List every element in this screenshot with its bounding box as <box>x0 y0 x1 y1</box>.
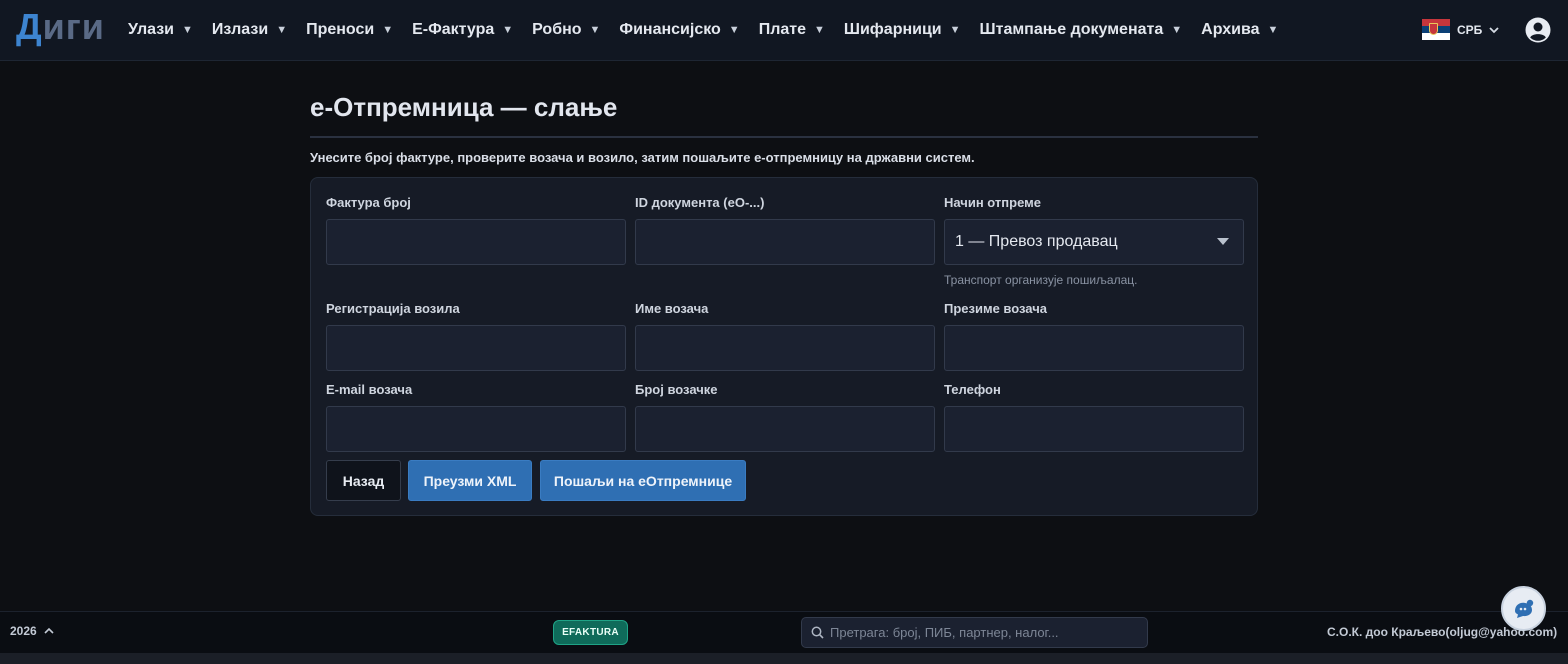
vehicle-registration-input[interactable] <box>326 325 626 371</box>
vehicle-registration-label: Регистрација возила <box>326 301 460 316</box>
nav-item-izlazi[interactable]: Излази ▼ <box>212 21 287 39</box>
nav-item-sifarnici[interactable]: Шифарници ▼ <box>844 21 961 39</box>
caret-down-icon: ▼ <box>949 24 961 36</box>
driver-email-field: E-mail возача <box>326 382 626 452</box>
driver-last-name-field: Презиме возача <box>944 301 1244 371</box>
year-selector[interactable]: 2026 <box>10 624 54 638</box>
nav-item-label: Плате <box>758 21 806 38</box>
chevron-down-icon <box>1489 26 1499 33</box>
user-account-icon[interactable] <box>1525 17 1551 43</box>
invoice-number-label: Фактура број <box>326 195 411 210</box>
caret-down-icon: ▼ <box>589 24 601 36</box>
shipping-method-select[interactable]: 1 — Превоз продавац <box>944 219 1244 265</box>
footer-bar: 2026 EFAKTURA С.О.К. доо Краљево(oljug@y… <box>0 611 1568 653</box>
efaktura-badge[interactable]: EFAKTURA <box>553 620 628 645</box>
chat-assistant-icon <box>1514 599 1533 618</box>
nav-item-label: Шифарници <box>843 21 942 38</box>
caret-down-icon: ▼ <box>728 24 740 36</box>
back-button[interactable]: Назад <box>326 460 401 501</box>
caret-down-icon: ▼ <box>382 24 394 36</box>
caret-down-icon: ▼ <box>1171 24 1183 36</box>
language-label: СРБ <box>1457 22 1483 37</box>
search-input[interactable] <box>830 625 1140 640</box>
phone-input[interactable] <box>944 406 1244 452</box>
invoice-number-input[interactable] <box>326 219 626 265</box>
caret-down-icon: ▼ <box>1267 24 1279 36</box>
nav-item-label: Излази <box>211 21 269 38</box>
page-subtitle: Унесите број фактуре, проверите возача и… <box>310 150 975 165</box>
invoice-number-field: Фактура број <box>326 195 626 265</box>
document-id-input[interactable] <box>635 219 935 265</box>
search-icon <box>811 626 824 639</box>
license-number-label: Број возачке <box>635 382 718 397</box>
global-search[interactable] <box>801 617 1148 648</box>
bottom-strip <box>0 653 1568 664</box>
nav-item-label: Финансијско <box>619 21 721 38</box>
nav-item-finansijsko[interactable]: Финансијско ▼ <box>619 21 739 39</box>
nav-item-robno[interactable]: Робно ▼ <box>532 21 600 39</box>
caret-down-icon: ▼ <box>813 24 825 36</box>
nav-item-label: Преноси <box>306 21 375 38</box>
driver-first-name-input[interactable] <box>635 325 935 371</box>
caret-down-icon: ▼ <box>276 24 288 36</box>
nav-item-label: Архива <box>1201 21 1260 38</box>
vehicle-registration-field: Регистрација возила <box>326 301 626 371</box>
top-navbar: Диги Улази ▼ Излази ▼ Преноси ▼ Е-Фактура ▼ … <box>0 0 1568 61</box>
shipping-method-hint: Транспорт организује пошиљалац. <box>944 273 1138 287</box>
driver-last-name-input[interactable] <box>944 325 1244 371</box>
driver-email-input[interactable] <box>326 406 626 452</box>
title-divider <box>310 136 1258 138</box>
chevron-up-icon <box>44 627 54 634</box>
license-number-field: Број возачке <box>635 382 935 452</box>
send-eotpremnica-button[interactable]: Пошаљи на еОтпремнице <box>540 460 746 501</box>
caret-down-icon: ▼ <box>502 24 514 36</box>
nav-item-plate[interactable]: Плате ▼ <box>759 21 825 39</box>
caret-down-icon <box>1217 238 1229 245</box>
driver-email-label: E-mail возача <box>326 382 413 397</box>
driver-first-name-label: Име возача <box>635 301 709 316</box>
main-nav: Улази ▼ Излази ▼ Преноси ▼ Е-Фактура ▼ Робно… <box>128 0 1297 60</box>
license-number-input[interactable] <box>635 406 935 452</box>
caret-down-icon: ▼ <box>182 24 193 36</box>
phone-field: Телефон <box>944 382 1244 452</box>
year-label: 2026 <box>10 624 37 638</box>
shipping-method-field: Начин отпреме 1 — Превоз продавац Трансп… <box>944 195 1244 287</box>
nav-item-label: Робно <box>532 21 582 38</box>
driver-first-name-field: Име возача <box>635 301 935 371</box>
language-switcher[interactable]: СРБ <box>1422 19 1500 40</box>
nav-item-label: Штампање докумената <box>979 21 1164 38</box>
shipment-form-card: Фактура број ID документа (eO-...) Начин… <box>310 177 1258 516</box>
download-xml-button[interactable]: Преузми XML <box>408 460 532 501</box>
shipping-method-label: Начин отпреме <box>944 195 1041 210</box>
app-logo[interactable]: Диги <box>16 6 105 48</box>
nav-item-ulazi[interactable]: Улази ▼ <box>128 21 193 39</box>
shipping-method-value: 1 — Превоз продавац <box>955 233 1118 250</box>
nav-item-arhiva[interactable]: Архива ▼ <box>1201 21 1278 39</box>
nav-item-label: Е-Фактура <box>412 21 495 38</box>
page-title: е-Отпремница — слање <box>310 92 618 122</box>
nav-item-efaktura[interactable]: Е-Фактура ▼ <box>412 21 513 39</box>
document-id-field: ID документа (eO-...) <box>635 195 935 265</box>
serbia-flag-icon <box>1422 19 1450 40</box>
document-id-label: ID документа (eO-...) <box>635 195 765 210</box>
nav-item-prenosi[interactable]: Преноси ▼ <box>306 21 393 39</box>
chat-assistant-button[interactable] <box>1501 586 1546 631</box>
driver-last-name-label: Презиме возача <box>944 301 1047 316</box>
nav-item-stampanje[interactable]: Штампање докумената ▼ <box>980 21 1183 39</box>
nav-item-label: Улази <box>128 21 174 38</box>
phone-label: Телефон <box>944 382 1001 397</box>
